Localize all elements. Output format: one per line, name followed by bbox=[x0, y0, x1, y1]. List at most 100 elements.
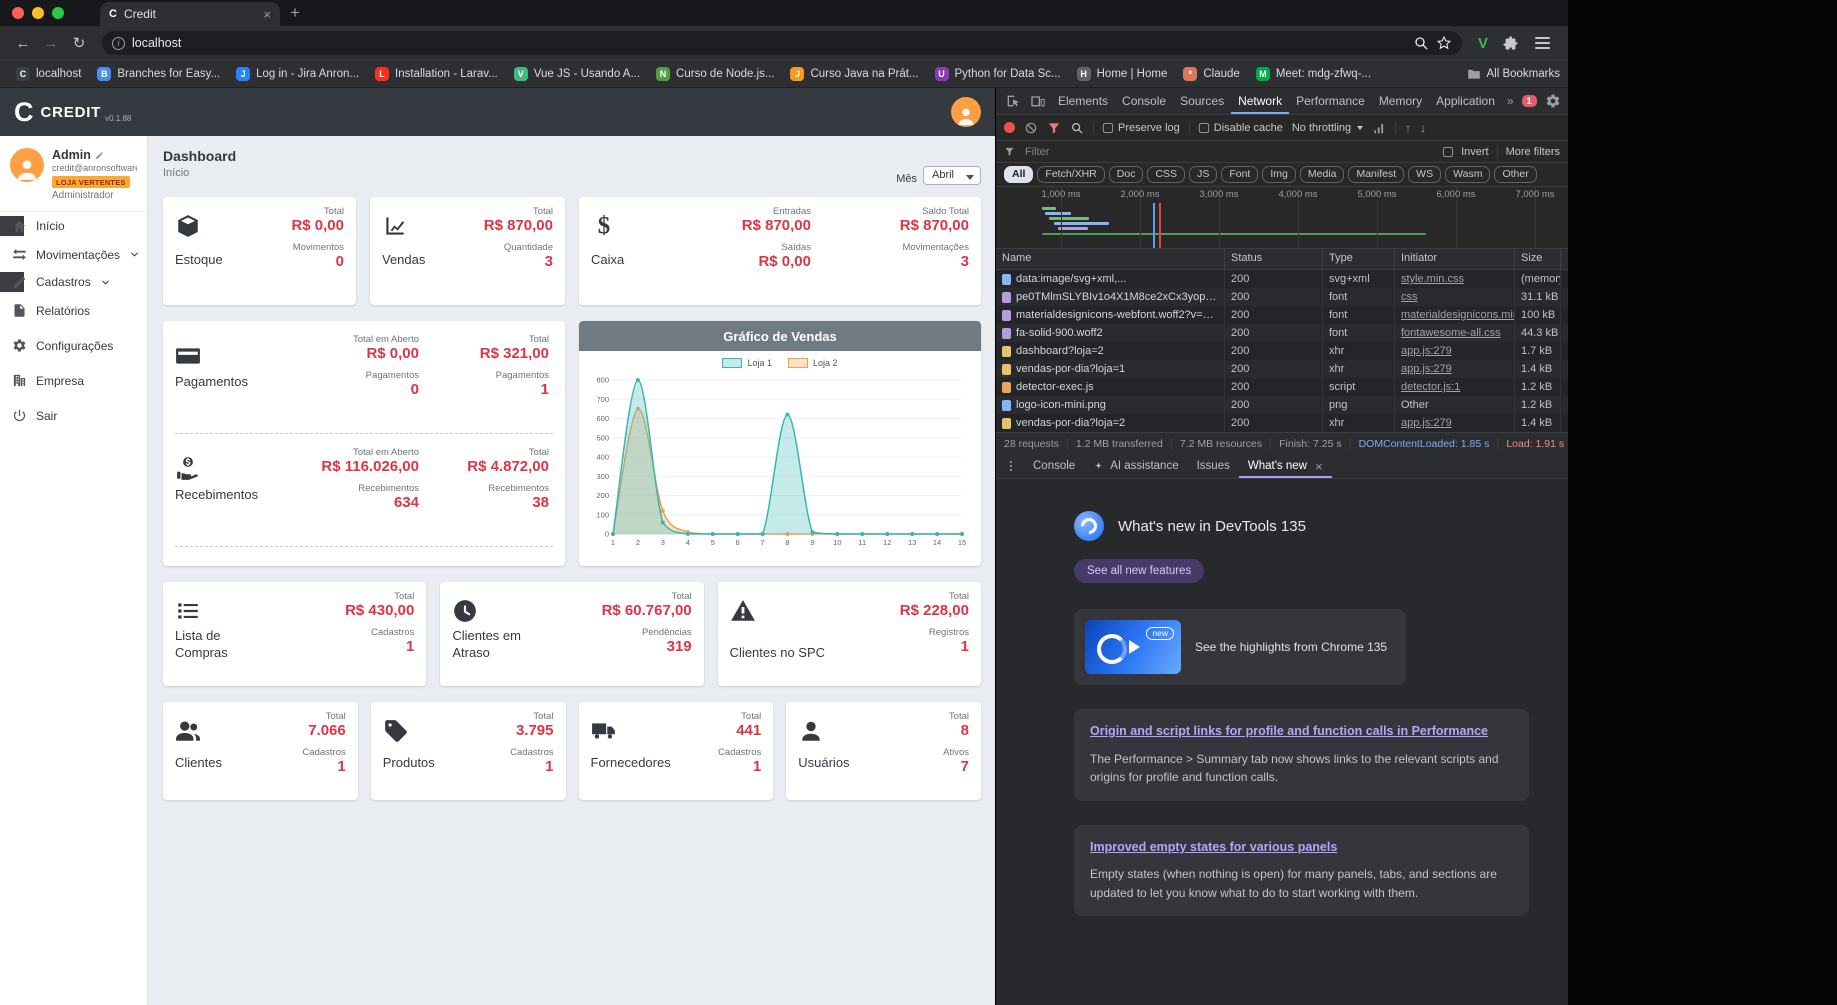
bookmark-item-branches-for-easy[interactable]: B Branches for Easy... bbox=[89, 64, 228, 84]
devtools-tab-console[interactable]: Console bbox=[1115, 88, 1173, 114]
bookmark-item-log-in-jira-anron[interactable]: J Log in - Jira Anron... bbox=[228, 64, 367, 84]
bookmark-item-home-home[interactable]: H Home | Home bbox=[1069, 64, 1176, 84]
filter-chip-img[interactable]: Img bbox=[1262, 166, 1296, 183]
sidebar-item-in-cio[interactable]: Início bbox=[0, 216, 65, 237]
settings-gear-icon[interactable] bbox=[1545, 93, 1561, 109]
devtools-tab-application[interactable]: Application bbox=[1429, 88, 1502, 114]
clear-log-icon[interactable] bbox=[1024, 121, 1038, 135]
sidebar-item-sair[interactable]: Sair bbox=[0, 398, 147, 433]
bookmark-item-vue-js-usando-a[interactable]: V Vue JS - Usando A... bbox=[506, 64, 648, 84]
filter-chip-js[interactable]: JS bbox=[1189, 166, 1218, 183]
browser-menu-icon[interactable] bbox=[1535, 37, 1550, 49]
drawer-tab-what-s-new[interactable]: What's new × bbox=[1239, 454, 1332, 478]
more-filters-label[interactable]: More filters bbox=[1506, 146, 1560, 158]
request-initiator[interactable]: materialdesignicons.min.css bbox=[1395, 306, 1515, 324]
filter-chip-css[interactable]: CSS bbox=[1147, 166, 1186, 183]
invert-checkbox[interactable] bbox=[1443, 146, 1454, 157]
column-header-initiator[interactable]: Initiator bbox=[1395, 249, 1515, 269]
checkbox[interactable] bbox=[1198, 122, 1209, 133]
network-conditions-icon[interactable] bbox=[1372, 121, 1386, 135]
record-button[interactable] bbox=[1004, 122, 1015, 133]
disable-cache-checkbox[interactable]: Disable cache bbox=[1198, 122, 1283, 134]
search-icon[interactable] bbox=[1070, 121, 1084, 135]
network-request-row[interactable]: dashboard?loja=2 200 xhr app.js:279 1.7 kB bbox=[996, 342, 1568, 360]
filter-toggle-icon[interactable] bbox=[1047, 121, 1061, 135]
bookmark-item-claude[interactable]: * Claude bbox=[1175, 64, 1247, 84]
request-initiator[interactable]: app.js:279 bbox=[1395, 342, 1515, 360]
sidebar-item-movimenta-es[interactable]: Movimentações bbox=[0, 237, 147, 272]
extensions-puzzle-icon[interactable] bbox=[1502, 35, 1519, 52]
filter-chip-media[interactable]: Media bbox=[1299, 166, 1345, 183]
request-initiator[interactable]: app.js:279 bbox=[1395, 414, 1515, 432]
new-tab-button[interactable]: + bbox=[280, 3, 310, 26]
profile-avatar[interactable] bbox=[10, 148, 44, 182]
request-initiator[interactable]: style.min.css bbox=[1395, 270, 1515, 288]
close-drawer-tab-icon[interactable]: × bbox=[1315, 459, 1323, 474]
devtools-tab-memory[interactable]: Memory bbox=[1372, 88, 1429, 114]
reload-button[interactable]: ↻ bbox=[66, 34, 92, 52]
all-bookmarks-button[interactable]: All Bookmarks bbox=[1459, 64, 1560, 84]
search-icon[interactable] bbox=[1413, 35, 1429, 51]
request-initiator[interactable]: detector.js:1 bbox=[1395, 378, 1515, 396]
drawer-menu-icon[interactable] bbox=[1004, 459, 1018, 473]
browser-tab-credit[interactable]: C Credit × bbox=[100, 2, 280, 26]
more-tabs-icon[interactable]: » bbox=[1503, 94, 1518, 108]
request-initiator[interactable]: fontawesome-all.css bbox=[1395, 324, 1515, 342]
minimize-window-button[interactable] bbox=[32, 7, 44, 19]
highlight-card[interactable]: new See the highlights from Chrome 135 bbox=[1074, 609, 1407, 685]
close-tab-icon[interactable]: × bbox=[263, 7, 271, 22]
bookmark-star-icon[interactable] bbox=[1436, 35, 1452, 51]
filter-chip-fetch-xhr[interactable]: Fetch/XHR bbox=[1037, 166, 1105, 183]
filter-chip-manifest[interactable]: Manifest bbox=[1348, 166, 1405, 183]
network-request-row[interactable]: fa-solid-900.woff2 200 font fontawesome-all… bbox=[996, 324, 1568, 342]
filter-chip-all[interactable]: All bbox=[1004, 166, 1034, 183]
error-count-badge[interactable]: 1 bbox=[1521, 95, 1537, 107]
column-header-status[interactable]: Status bbox=[1225, 249, 1323, 269]
network-request-row[interactable]: materialdesignicons-webfont.woff2?v=1.8.… bbox=[996, 306, 1568, 324]
bookmark-item-python-for-data-sc[interactable]: U Python for Data Sc... bbox=[927, 64, 1069, 84]
drawer-tab-ai-assistance[interactable]: AI assistance bbox=[1084, 454, 1187, 478]
request-initiator[interactable]: css bbox=[1395, 288, 1515, 306]
devtools-tab-network[interactable]: Network bbox=[1231, 88, 1289, 114]
header-avatar[interactable] bbox=[951, 97, 981, 127]
column-header-size[interactable]: Size bbox=[1515, 249, 1561, 269]
filter-input[interactable] bbox=[1023, 144, 1436, 159]
sidebar-item-cadastros[interactable]: Cadastros bbox=[0, 272, 109, 293]
bookmark-item-localhost[interactable]: Clocalhost bbox=[8, 64, 89, 84]
close-window-button[interactable] bbox=[12, 7, 24, 19]
devtools-tab-sources[interactable]: Sources bbox=[1173, 88, 1231, 114]
device-toolbar-icon[interactable] bbox=[1030, 93, 1046, 109]
network-request-row[interactable]: detector-exec.js 200 script detector.js:1 1.… bbox=[996, 378, 1568, 396]
sidebar-item-configura-es[interactable]: Configurações bbox=[0, 328, 147, 363]
feature-link[interactable]: Origin and script links for profile and … bbox=[1090, 723, 1513, 741]
month-select[interactable]: Abril bbox=[923, 166, 981, 185]
filter-chip-other[interactable]: Other bbox=[1494, 166, 1537, 183]
sidebar-item-empresa[interactable]: Empresa bbox=[0, 363, 147, 398]
network-request-row[interactable]: vendas-por-dia?loja=2 200 xhr app.js:279 1.4… bbox=[996, 414, 1568, 432]
filter-chip-ws[interactable]: WS bbox=[1408, 166, 1442, 183]
forward-button[interactable]: → bbox=[38, 35, 64, 52]
filter-chip-doc[interactable]: Doc bbox=[1108, 166, 1144, 183]
feature-link[interactable]: Improved empty states for various panels bbox=[1090, 839, 1513, 857]
network-request-row[interactable]: pe0TMlmSLYBIv1o4X1M8ce2xCx3yop4tQ... 200 f… bbox=[996, 288, 1568, 306]
devtools-tab-elements[interactable]: Elements bbox=[1051, 88, 1115, 114]
filter-chip-wasm[interactable]: Wasm bbox=[1445, 166, 1491, 183]
preserve-log-checkbox[interactable]: Preserve log bbox=[1103, 122, 1180, 134]
column-header-type[interactable]: Type bbox=[1323, 249, 1395, 269]
export-har-icon[interactable]: ↓ bbox=[1420, 121, 1426, 135]
import-har-icon[interactable]: ↑ bbox=[1405, 121, 1411, 135]
network-request-row[interactable]: logo-icon-mini.png 200 png Other 1.2 kB bbox=[996, 396, 1568, 414]
drawer-tab-console[interactable]: Console bbox=[1024, 454, 1084, 478]
bookmark-item-installation-larav[interactable]: L Installation - Larav... bbox=[367, 64, 506, 84]
devtools-tab-performance[interactable]: Performance bbox=[1289, 88, 1372, 114]
request-initiator[interactable]: app.js:279 bbox=[1395, 360, 1515, 378]
site-info-icon[interactable]: i bbox=[112, 36, 125, 50]
back-button[interactable]: ← bbox=[10, 35, 36, 52]
bookmark-item-curso-de-node-js[interactable]: N Curso de Node.js... bbox=[648, 64, 782, 84]
filter-chip-font[interactable]: Font bbox=[1221, 166, 1259, 183]
column-header-name[interactable]: Name bbox=[996, 249, 1225, 269]
edit-profile-icon[interactable] bbox=[95, 151, 104, 160]
throttling-select[interactable]: No throttling bbox=[1292, 122, 1364, 134]
checkbox[interactable] bbox=[1103, 122, 1113, 133]
sidebar-item-relat-rios[interactable]: Relatórios bbox=[0, 293, 147, 328]
